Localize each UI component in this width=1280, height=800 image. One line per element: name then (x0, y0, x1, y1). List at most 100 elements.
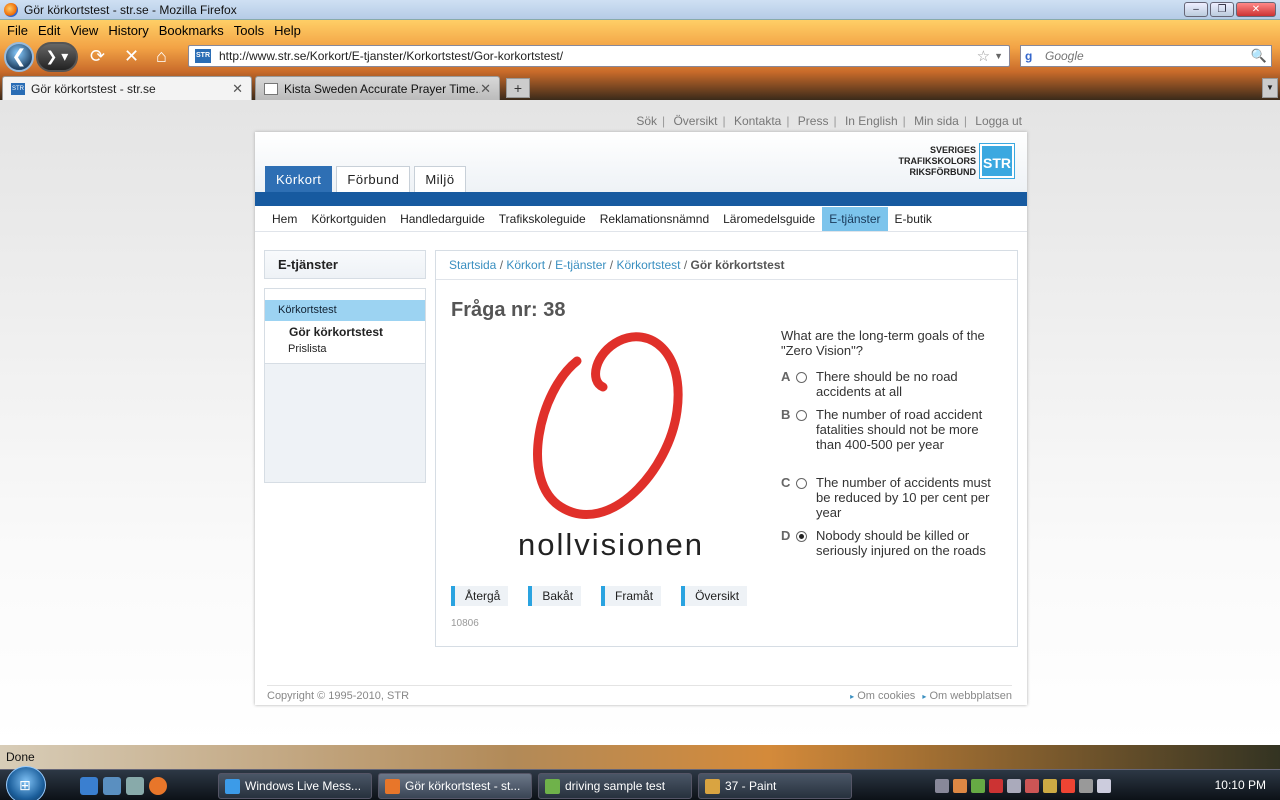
option-text: The number of accidents must be reduced … (816, 475, 991, 520)
link-om-cookies[interactable]: Om cookies (857, 690, 915, 702)
answer-option-b[interactable]: B The number of road accident fatalities… (781, 407, 1006, 452)
radio-button-c[interactable] (796, 478, 807, 489)
menu-file[interactable]: File (2, 23, 33, 38)
search-icon[interactable]: 🔍 (1251, 48, 1267, 64)
search-box[interactable]: g 🔍 (1020, 45, 1272, 67)
status-bar: Done (0, 745, 1280, 769)
oversikt-button[interactable]: Översikt (681, 586, 748, 606)
forward-button[interactable]: ❯ ▾ (36, 42, 78, 72)
link-in-english[interactable]: In English (845, 114, 898, 128)
minimize-button[interactable]: ‒ (1184, 2, 1208, 17)
close-tab-icon[interactable]: ✕ (232, 81, 243, 97)
task-paint[interactable]: 37 - Paint (698, 773, 852, 799)
subnav-trafikskoleguide[interactable]: Trafikskoleguide (492, 207, 593, 231)
task-windows-live-messenger[interactable]: Windows Live Mess... (218, 773, 372, 799)
home-icon[interactable]: ⌂ (156, 46, 167, 67)
tray-app-icon[interactable] (1061, 778, 1075, 793)
start-button[interactable]: ⊞ (6, 766, 46, 800)
document-icon (545, 779, 560, 794)
question-number: Fråga nr: 38 (451, 299, 566, 321)
tray-app-icon[interactable] (953, 778, 967, 793)
subnav-korkortguiden[interactable]: Körkortguiden (304, 207, 393, 231)
subnav-reklamationsnamnd[interactable]: Reklamationsnämnd (593, 207, 716, 231)
breadcrumb-korkort[interactable]: Körkort (506, 258, 545, 272)
breadcrumb-korkortstest[interactable]: Körkortstest (616, 258, 680, 272)
maximize-button[interactable]: ❐ (1210, 2, 1234, 17)
close-window-button[interactable]: ✕ (1236, 2, 1276, 17)
subnav-e-tjanster[interactable]: E-tjänster (822, 206, 888, 231)
answer-option-d[interactable]: D Nobody should be killed or seriously i… (781, 528, 1006, 558)
address-bar[interactable]: STR http://www.str.se/Korkort/E-tjanster… (188, 45, 1010, 67)
stop-icon[interactable]: ✕ (124, 46, 139, 67)
tray-app-icon[interactable] (1043, 778, 1057, 793)
task-firefox[interactable]: Gör körkortstest - st... (378, 773, 532, 799)
sidebar-item-korkortstest[interactable]: Körkortstest (265, 300, 425, 321)
str-logo[interactable]: SVERIGES TRAFIKSKOLORS RIKSFÖRBUND STR (899, 143, 1015, 179)
reload-icon[interactable]: ⟳ (90, 46, 105, 67)
new-tab-button[interactable]: + (506, 78, 530, 98)
link-kontakta[interactable]: Kontakta (734, 114, 781, 128)
menu-history[interactable]: History (103, 23, 153, 38)
tab-prayer-times[interactable]: Kista Sweden Accurate Prayer Time... ✕ (255, 76, 500, 100)
radio-button-b[interactable] (796, 410, 807, 421)
breadcrumb-e-tjanster[interactable]: E-tjänster (555, 258, 606, 272)
sidebar-item-prislista[interactable]: Prislista (265, 340, 425, 364)
url-text[interactable]: http://www.str.se/Korkort/E-tjanster/Kor… (219, 49, 977, 63)
tray-app-icon[interactable] (989, 778, 1003, 793)
subnav-e-butik[interactable]: E-butik (888, 207, 939, 231)
tab-forbund[interactable]: Förbund (336, 166, 411, 192)
link-press[interactable]: Press (798, 114, 829, 128)
link-om-webbplatsen[interactable]: Om webbplatsen (929, 690, 1012, 702)
sidebar-menu: Körkortstest Gör körkortstest Prislista (264, 288, 426, 483)
bookmark-star-icon[interactable]: ☆ (977, 47, 990, 65)
search-input[interactable] (1045, 49, 1251, 63)
framat-button[interactable]: Framåt (601, 586, 662, 606)
close-tab-icon[interactable]: ✕ (480, 81, 491, 97)
tab-korkort[interactable]: Körkort (265, 166, 333, 192)
tray-app-icon[interactable] (1007, 778, 1021, 793)
str-favicon: STR (11, 82, 25, 95)
volume-icon[interactable] (1097, 778, 1111, 793)
google-icon[interactable]: g (1025, 49, 1041, 63)
menu-edit[interactable]: Edit (33, 23, 65, 38)
list-all-tabs-button[interactable]: ▼ (1262, 78, 1278, 98)
keyboard-icon[interactable] (935, 778, 949, 793)
link-logga-ut[interactable]: Logga ut (975, 114, 1022, 128)
menu-help[interactable]: Help (269, 23, 306, 38)
link-min-sida[interactable]: Min sida (914, 114, 959, 128)
show-desktop-icon[interactable] (103, 777, 121, 795)
breadcrumb-startsida[interactable]: Startsida (449, 258, 496, 272)
radio-button-d[interactable] (796, 531, 807, 542)
answer-option-a[interactable]: A There should be no road accidents at a… (781, 369, 1006, 399)
url-dropdown-icon[interactable]: ▼ (994, 51, 1003, 61)
arrow-icon: ▸ (922, 692, 927, 701)
link-oversikt[interactable]: Översikt (673, 114, 717, 128)
task-driving-sample-test[interactable]: driving sample test (538, 773, 692, 799)
firefox-quicklaunch-icon[interactable] (149, 777, 167, 795)
radio-button-a[interactable] (796, 372, 807, 383)
network-icon[interactable] (1079, 778, 1093, 793)
tray-app-icon[interactable] (1025, 778, 1039, 793)
clock[interactable]: 10:10 PM (1215, 778, 1266, 792)
subnav-laromedelsguide[interactable]: Läromedelsguide (716, 207, 822, 231)
site-page: SVERIGES TRAFIKSKOLORS RIKSFÖRBUND STR K… (255, 132, 1027, 705)
tab-str[interactable]: STR Gör körkortstest - str.se ✕ (2, 76, 252, 100)
option-letter: A (781, 369, 791, 384)
menu-view[interactable]: View (65, 23, 103, 38)
ie-icon[interactable] (80, 777, 98, 795)
option-text: Nobody should be killed or seriously inj… (816, 528, 986, 558)
tab-miljo[interactable]: Miljö (414, 166, 466, 192)
menu-tools[interactable]: Tools (229, 23, 269, 38)
answer-option-c[interactable]: C The number of accidents must be reduce… (781, 475, 1006, 520)
subnav-handledarguide[interactable]: Handledarguide (393, 207, 492, 231)
switch-windows-icon[interactable] (126, 777, 144, 795)
link-sok[interactable]: Sök (636, 114, 657, 128)
bakat-button[interactable]: Bakåt (528, 586, 582, 606)
atergaa-button[interactable]: Återgå (451, 586, 509, 606)
menu-bookmarks[interactable]: Bookmarks (154, 23, 229, 38)
back-button[interactable]: ❮ (4, 42, 34, 72)
tray-app-icon[interactable] (971, 778, 985, 793)
sidebar-item-gor-korkortstest[interactable]: Gör körkortstest (265, 321, 425, 340)
status-text: Done (6, 750, 35, 764)
subnav-hem[interactable]: Hem (265, 207, 304, 231)
